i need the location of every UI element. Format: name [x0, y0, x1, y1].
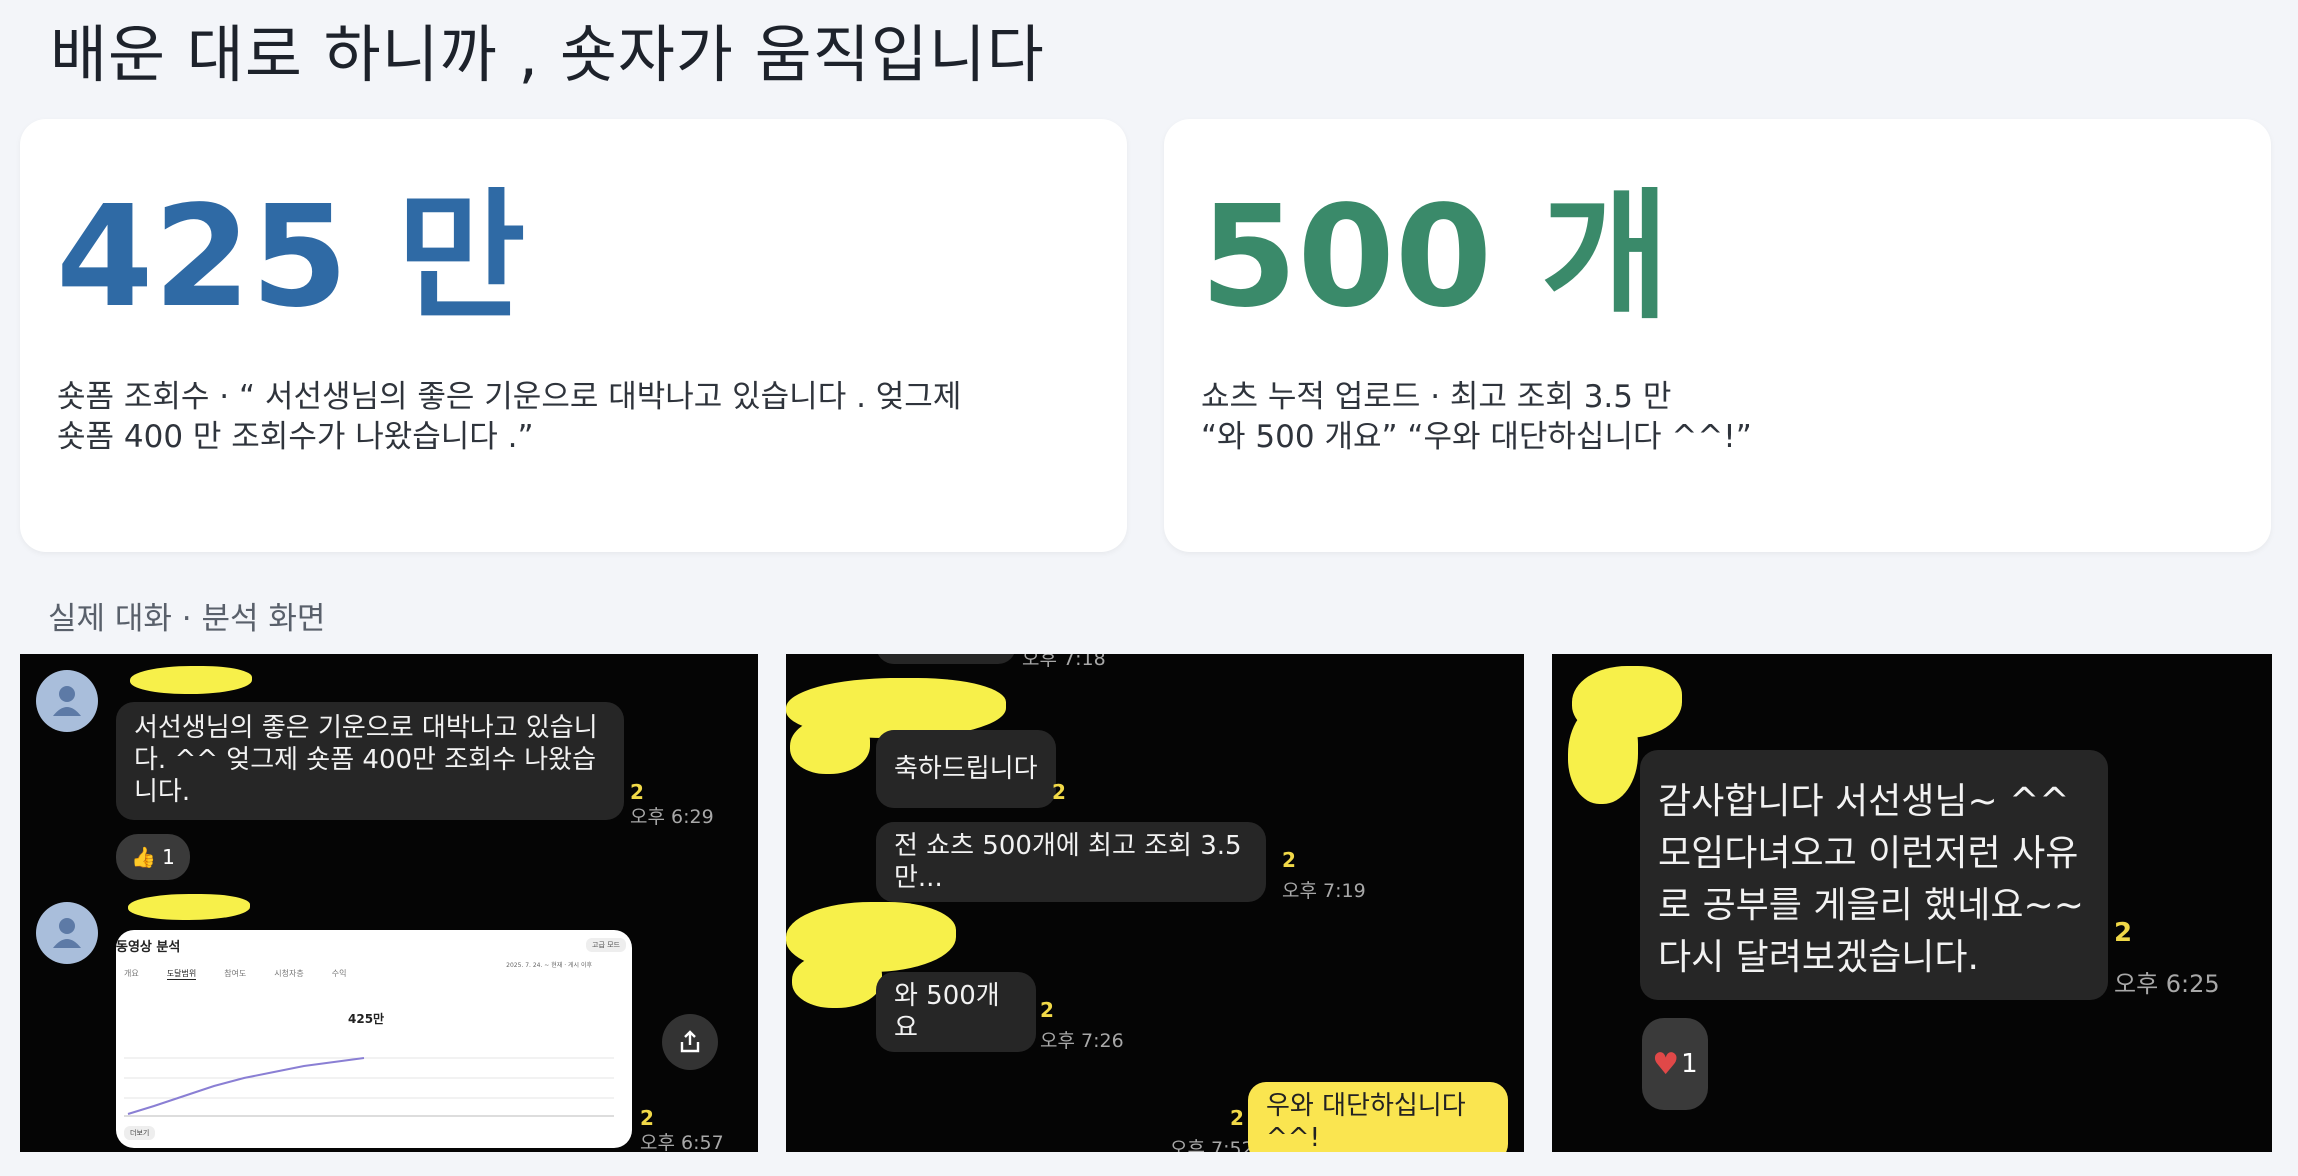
message-time: 오후 7:19 — [1282, 880, 1366, 902]
avatar — [36, 902, 98, 964]
more-button[interactable]: 더보기 — [124, 1126, 156, 1140]
unread-count: 2 — [630, 780, 644, 804]
chat-screenshot-1: 서선생님의 좋은 기운으로 대박나고 있습니다. ^^ 엊그제 숏폼 400만 … — [20, 654, 758, 1152]
uploads-stat-value: 500 개 — [1200, 176, 1670, 339]
section-label: 실제 대화 · 분석 화면 — [48, 601, 326, 637]
redacted-avatar — [792, 952, 882, 1008]
heart-icon: ♥ — [1652, 1046, 1680, 1082]
chat-bubble-partial — [876, 654, 1016, 664]
views-stat-value: 425 만 — [56, 176, 526, 339]
analytics-tabs: 개요 도달범위 참여도 시청자층 수익 — [124, 968, 346, 980]
redacted-name — [128, 894, 250, 920]
views-desc-line-1: 숏폼 조회수 · “ 서선생님의 좋은 기운으로 대박나고 있습니다 . 엊그제 — [57, 379, 962, 415]
thumbs-up-icon: 👍 — [131, 845, 157, 869]
redacted-name — [130, 666, 252, 694]
chat-bubble: 와 500개요 — [876, 972, 1036, 1052]
reaction-count: 1 — [162, 845, 175, 869]
message-time: 오후 6:29 — [630, 806, 714, 828]
tab-audience: 시청자층 — [274, 969, 304, 978]
analytics-date: 2025. 7. 24. ~ 현재 · 게시 이후 — [506, 962, 592, 969]
share-button[interactable] — [662, 1014, 718, 1070]
view-trend-chart — [124, 1057, 614, 1117]
message-time: 오후 7:18 — [1022, 654, 1106, 670]
avatar — [36, 670, 98, 732]
person-icon — [53, 918, 81, 948]
reaction-count: 1 — [1681, 1049, 1698, 1079]
message-time: 오후 7:52 — [1170, 1138, 1254, 1152]
redacted-avatar — [790, 718, 870, 774]
unread-count: 2 — [1052, 780, 1066, 804]
unread-count: 2 — [2114, 918, 2133, 948]
chat-bubble: 축하드립니다 — [876, 730, 1056, 808]
tab-overview: 개요 — [124, 969, 139, 978]
redacted-avatar — [1568, 704, 1638, 804]
chat-bubble: 감사합니다 서선생님~ ^^ 모임다녀오고 이런저런 사유로 공부를 게을리 했… — [1640, 750, 2108, 1000]
tab-revenue: 수익 — [331, 969, 347, 978]
tab-reach: 도달범위 — [166, 969, 197, 980]
analytics-title: 동영상 분석 — [116, 940, 181, 955]
chat-bubble: 전 쇼츠 500개에 최고 조회 3.5만... — [876, 822, 1266, 902]
message-time: 오후 6:25 — [2114, 970, 2220, 998]
analytics-view-count: 425만 — [348, 1012, 385, 1026]
person-icon — [53, 686, 81, 716]
uploads-desc-line-1: 쇼츠 누적 업로드 · 최고 조회 3.5 만 — [1201, 379, 1672, 415]
chat-screenshot-3: 감사합니다 서선생님~ ^^ 모임다녀오고 이런저런 사유로 공부를 게을리 했… — [1552, 654, 2272, 1152]
analytics-screenshot[interactable]: 동영상 분석 고급 모드 2025. 7. 24. ~ 현재 · 게시 이후 개… — [116, 930, 632, 1148]
uploads-desc-line-2: “와 500 개요” “우와 대단하십니다 ^^!” — [1201, 419, 1752, 455]
chat-bubble-sent: 우와 대단하십니다^^! — [1248, 1082, 1508, 1152]
message-time: 오후 6:57 — [640, 1132, 724, 1152]
uploads-stat-description: 쇼츠 누적 업로드 · 최고 조회 3.5 만 “와 500 개요” “우와 대… — [1201, 377, 2231, 457]
message-time: 오후 7:26 — [1040, 1030, 1124, 1052]
views-desc-line-2: 숏폼 400 만 조회수가 나왔습니다 .” — [57, 419, 534, 455]
reaction-badge[interactable]: 👍 1 — [116, 834, 190, 880]
page-headline: 배운 대로 하니까 , 숏자가 움직입니다 — [50, 18, 1045, 91]
unread-count: 2 — [1040, 998, 1054, 1022]
reaction-badge[interactable]: ♥ 1 — [1642, 1018, 1708, 1110]
tab-engagement: 참여도 — [224, 969, 247, 978]
unread-count: 2 — [1282, 848, 1296, 872]
views-stat-description: 숏폼 조회수 · “ 서선생님의 좋은 기운으로 대박나고 있습니다 . 엊그제… — [57, 377, 1087, 457]
unread-count: 2 — [1230, 1106, 1244, 1130]
unread-count: 2 — [640, 1106, 654, 1130]
chat-bubble: 서선생님의 좋은 기운으로 대박나고 있습니다. ^^ 엊그제 숏폼 400만 … — [116, 702, 624, 820]
stat-card-views: 425 만 숏폼 조회수 · “ 서선생님의 좋은 기운으로 대박나고 있습니다… — [20, 119, 1127, 552]
advanced-mode-badge: 고급 모드 — [586, 938, 626, 952]
chat-screenshot-2: 오후 7:18 축하드립니다 2 전 쇼츠 500개에 최고 조회 3.5만..… — [786, 654, 1524, 1152]
stat-card-uploads: 500 개 쇼츠 누적 업로드 · 최고 조회 3.5 만 “와 500 개요”… — [1164, 119, 2271, 552]
share-icon — [680, 1030, 700, 1053]
